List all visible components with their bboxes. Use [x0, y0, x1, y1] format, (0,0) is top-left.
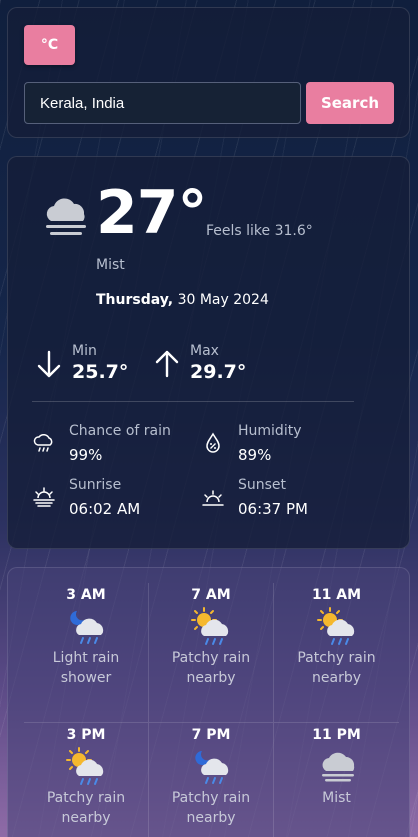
forecast-time: 11 PM	[312, 727, 361, 743]
stat-value: 06:37 PM	[238, 500, 308, 518]
mist-icon	[321, 752, 354, 782]
forecast-condition-line2: shower	[60, 670, 112, 686]
moon-cloud-rain-icon	[70, 611, 104, 644]
stat-label: Sunrise	[69, 477, 122, 493]
search-button[interactable]: Search	[306, 82, 394, 124]
current-date-value: 30 May 2024	[173, 292, 269, 308]
current-condition: Mist	[96, 257, 125, 273]
forecast-condition-line1: Patchy rain	[171, 650, 251, 666]
min-value: 25.7°	[72, 361, 129, 383]
stat-humidity: Humidity 89%	[202, 423, 301, 464]
forecast-item: 3 AM Light rain shower	[24, 583, 149, 723]
current-day: Thursday,	[96, 292, 174, 308]
stat-chance-of-rain: Chance of rain 99%	[33, 423, 171, 464]
search-panel: °C Search	[7, 7, 410, 138]
forecast-condition-line1: Mist	[322, 790, 351, 806]
forecast-time: 11 AM	[311, 587, 362, 603]
sunset-icon	[202, 490, 224, 506]
max-temperature: Max 29.7°	[154, 343, 246, 383]
forecast-condition-line2: nearby	[312, 670, 361, 686]
forecast-item: 7 AM Patchy rain nearby	[149, 583, 274, 723]
current-temperature: 27°	[96, 178, 207, 248]
forecast-condition-line1: Patchy rain	[171, 790, 251, 806]
forecast-item: 11 PM Mist	[274, 723, 399, 837]
stat-label: Sunset	[238, 477, 287, 493]
forecast-condition-line1: Patchy rain	[297, 650, 376, 666]
forecast-time: 7 AM	[191, 587, 231, 603]
sun-cloud-rain-icon	[191, 607, 229, 645]
divider	[32, 401, 354, 402]
forecast-time: 3 PM	[66, 727, 106, 743]
moon-cloud-rain-icon	[195, 751, 229, 784]
max-label: Max	[190, 343, 219, 359]
max-value: 29.7°	[190, 361, 247, 383]
stat-value: 89%	[238, 446, 272, 464]
stat-label: Humidity	[238, 423, 302, 439]
forecast-condition-line2: nearby	[186, 670, 236, 686]
stat-value: 99%	[69, 446, 103, 464]
forecast-condition-line1: Patchy rain	[46, 790, 126, 806]
forecast-item: 11 AM Patchy rain nearby	[274, 583, 399, 723]
forecast-time: 3 AM	[66, 587, 106, 603]
unit-toggle-button[interactable]: °C	[24, 25, 75, 65]
mist-icon	[46, 198, 86, 235]
forecast-item: 3 PM Patchy rain nearby	[24, 723, 149, 837]
forecast-condition-line1: Light rain	[52, 650, 120, 666]
stat-label: Chance of rain	[69, 423, 171, 439]
feels-like-text: Feels like 31.6°	[206, 223, 313, 239]
forecast-condition-line2: nearby	[186, 810, 236, 826]
forecast-time: 7 PM	[191, 727, 231, 743]
arrow-up-icon	[155, 350, 179, 378]
hourly-forecast-card: 3 AM Light rain shower 7 AM Patchy rain …	[7, 567, 410, 837]
rain-cloud-icon	[33, 434, 53, 452]
stat-value: 06:02 AM	[69, 500, 141, 518]
sun-cloud-rain-icon	[316, 607, 354, 645]
arrow-down-icon	[37, 350, 61, 378]
min-label: Min	[72, 343, 97, 359]
sun-cloud-rain-icon	[66, 747, 104, 785]
current-date: Thursday, 30 May 2024	[96, 292, 269, 308]
forecast-item: 7 PM Patchy rain nearby	[149, 723, 274, 837]
hourly-forecast-grid: 3 AM Light rain shower 7 AM Patchy rain …	[24, 583, 399, 837]
stat-sunset: Sunset 06:37 PM	[202, 477, 308, 518]
humidity-drop-icon	[206, 432, 220, 453]
stat-sunrise: Sunrise 06:02 AM	[33, 477, 140, 518]
location-search-input[interactable]	[24, 82, 301, 124]
forecast-condition-line2: nearby	[61, 810, 111, 826]
sunrise-icon	[33, 487, 55, 507]
min-temperature: Min 25.7°	[36, 343, 128, 383]
current-weather-card: 27° Feels like 31.6° Mist Thursday, 30 M…	[7, 156, 410, 549]
